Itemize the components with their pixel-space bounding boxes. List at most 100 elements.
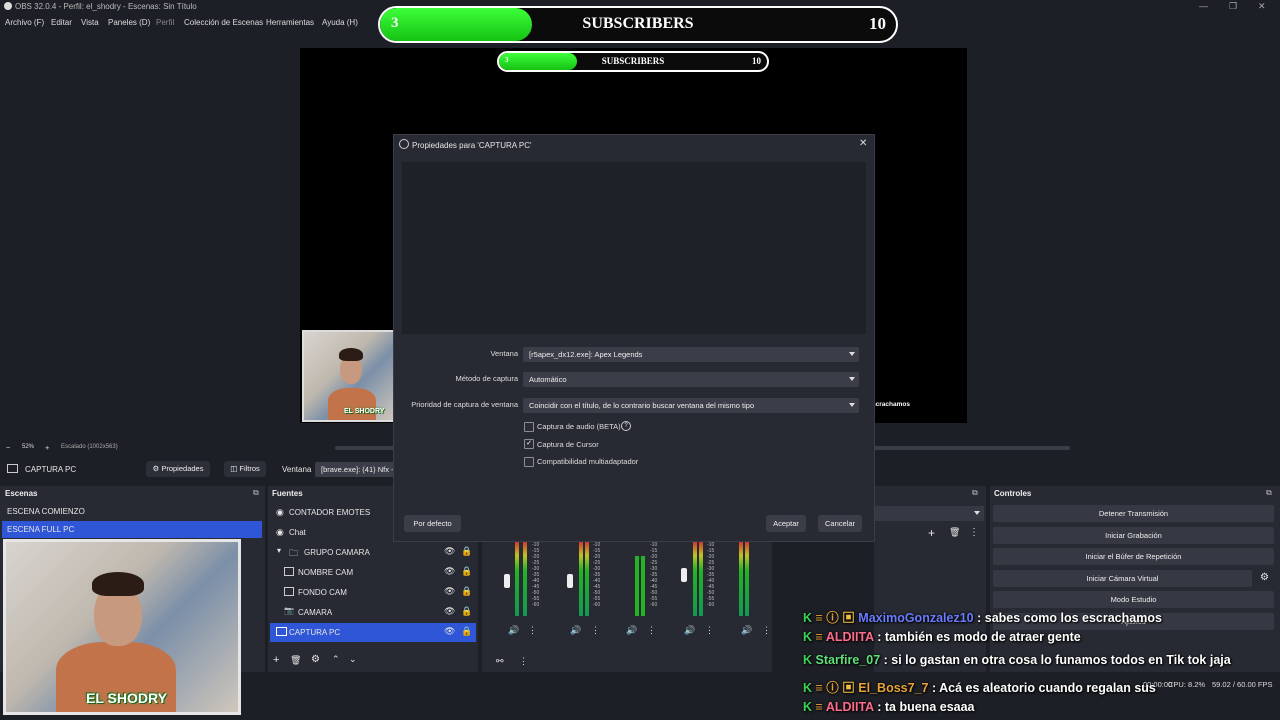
filters-button[interactable]: ◫ Filtros bbox=[224, 461, 266, 477]
transition-select[interactable] bbox=[874, 506, 984, 521]
chevron-down-icon bbox=[849, 352, 855, 356]
gear-icon[interactable]: ⚙ bbox=[311, 654, 320, 665]
subscribers-goal-small: 10 bbox=[752, 56, 761, 66]
expand-arrow-icon[interactable]: ▾ bbox=[277, 546, 281, 555]
visibility-eye-icon[interactable]: 👁 bbox=[444, 566, 455, 577]
move-down-icon[interactable]: ⌄ bbox=[349, 654, 357, 665]
speaker-icon[interactable]: 🔊 bbox=[626, 625, 637, 636]
menu-archivo[interactable]: Archivo (F) bbox=[5, 18, 44, 27]
properties-dialog: Propiedades para 'CAPTURA PC' ✕ Ventana … bbox=[393, 134, 875, 542]
chat-message: K ≡ ALDIITA : ta buena esaaa bbox=[803, 700, 975, 714]
scene-item-selected[interactable]: ESCENA FULL PC bbox=[2, 521, 262, 538]
add-transition-icon[interactable]: + bbox=[928, 526, 935, 540]
speaker-icon[interactable]: 🔊 bbox=[741, 625, 752, 636]
lock-icon[interactable]: 🔒 bbox=[461, 586, 472, 597]
visibility-eye-icon[interactable]: 👁 bbox=[444, 626, 455, 637]
kebab-menu-icon[interactable]: ⋮ bbox=[519, 656, 528, 667]
close-icon[interactable]: ✕ bbox=[859, 138, 867, 149]
menu-editar[interactable]: Editar bbox=[51, 18, 72, 27]
replay-buffer-button[interactable]: Iniciar el Búfer de Repetición bbox=[993, 548, 1274, 565]
menu-coleccion[interactable]: Colección de Escenas bbox=[184, 18, 263, 27]
meter-scale: -10 -15 -20 -25 -30 -35 -40 -45 -50 -55 -60 bbox=[532, 542, 540, 608]
badge-icon: ≡ bbox=[815, 700, 823, 714]
undock-icon[interactable]: ⧉ bbox=[972, 488, 978, 498]
zoom-in-button[interactable]: + bbox=[45, 443, 49, 452]
undock-icon[interactable]: ⧉ bbox=[253, 488, 259, 498]
monitor-icon bbox=[276, 627, 287, 636]
audio-capture-checkbox[interactable] bbox=[524, 422, 534, 432]
speaker-icon[interactable]: 🔊 bbox=[684, 625, 695, 636]
help-icon[interactable]: ? bbox=[621, 421, 631, 431]
chat-username: MaximoGonzalez10 bbox=[858, 611, 974, 625]
minimize-icon[interactable]: — bbox=[1199, 1, 1208, 11]
studio-mode-button[interactable]: Modo Estudio bbox=[993, 591, 1274, 608]
lock-icon[interactable]: 🔒 bbox=[461, 626, 472, 637]
volume-slider[interactable] bbox=[504, 574, 510, 588]
maximize-icon[interactable]: ❐ bbox=[1229, 1, 1237, 12]
multiadapter-checkbox[interactable] bbox=[524, 457, 534, 467]
kebab-menu-icon[interactable]: ⋮ bbox=[969, 527, 979, 538]
start-recording-button[interactable]: Iniciar Grabación bbox=[993, 527, 1274, 544]
capture-method-select[interactable]: Automático bbox=[523, 372, 859, 387]
subscribers-label-small: SUBSCRIBERS bbox=[601, 56, 665, 66]
close-window-icon[interactable]: ✕ bbox=[1258, 1, 1266, 12]
kebab-menu-icon[interactable]: ⋮ bbox=[528, 625, 537, 636]
visibility-eye-icon[interactable]: 👁 bbox=[444, 586, 455, 597]
add-source-icon[interactable]: + bbox=[273, 654, 279, 666]
properties-button[interactable]: ⚙ Propiedades bbox=[146, 461, 210, 477]
stop-streaming-button[interactable]: Detener Transmisión bbox=[993, 505, 1274, 522]
source-item[interactable]: 📷 CAMARA 👁 🔒 bbox=[268, 604, 478, 622]
undock-icon[interactable]: ⧉ bbox=[1266, 488, 1272, 498]
browser-icon: ◉ bbox=[276, 527, 284, 537]
window-title: OBS 32.0.4 - Perfil: el_shodry - Escenas… bbox=[15, 2, 197, 11]
speaker-icon[interactable]: 🔊 bbox=[570, 625, 581, 636]
defaults-button[interactable]: Por defecto bbox=[404, 515, 461, 532]
kebab-menu-icon[interactable]: ⋮ bbox=[762, 625, 771, 636]
kebab-menu-icon[interactable]: ⋮ bbox=[705, 625, 714, 636]
menu-paneles[interactable]: Paneles (D) bbox=[108, 18, 150, 27]
trash-icon[interactable]: 🗑 bbox=[290, 655, 301, 666]
menu-perfil[interactable]: Perfil bbox=[156, 18, 174, 27]
window-select[interactable]: [r5apex_dx12.exe]: Apex Legends bbox=[523, 347, 859, 362]
chat-message: K Starfire_07 : si lo gastan en otra cos… bbox=[803, 653, 1231, 667]
volume-slider[interactable] bbox=[681, 568, 687, 582]
zoom-out-button[interactable]: − bbox=[6, 443, 10, 452]
link-icon[interactable]: ⚯ bbox=[496, 656, 504, 667]
visibility-eye-icon[interactable]: 👁 bbox=[444, 606, 455, 617]
cancel-button[interactable]: Cancelar bbox=[818, 515, 862, 532]
volume-slider[interactable] bbox=[567, 574, 573, 588]
chat-message: K ≡ ⓘ ▣ El_Boss7_7 : Acá es aleatorio cu… bbox=[803, 677, 1156, 696]
dialog-title: Propiedades para 'CAPTURA PC' bbox=[412, 141, 532, 150]
webcam-overlay: EL SHODRY bbox=[3, 539, 241, 715]
priority-select[interactable]: Coincidir con el título, de lo contrario… bbox=[523, 398, 859, 413]
menu-ayuda[interactable]: Ayuda (H) bbox=[322, 18, 358, 27]
window-select-toolbar[interactable]: [brave.exe]: (41) Nfx - bbox=[315, 462, 395, 477]
source-item-selected[interactable]: CAPTURA PC 👁 🔒 bbox=[270, 623, 476, 642]
scene-item[interactable]: ESCENA COMIENZO bbox=[0, 504, 265, 519]
badge-icon: ▣ bbox=[842, 611, 855, 625]
speaker-icon[interactable]: 🔊 bbox=[508, 625, 519, 636]
kebab-menu-icon[interactable]: ⋮ bbox=[591, 625, 600, 636]
lock-icon[interactable]: 🔒 bbox=[461, 546, 472, 557]
source-item[interactable]: NOMBRE CAM 👁 🔒 bbox=[268, 564, 478, 582]
trash-icon[interactable]: 🗑 bbox=[949, 527, 960, 538]
subscribers-label-big: SUBSCRIBERS bbox=[582, 15, 694, 32]
scenes-header: Escenas bbox=[5, 489, 38, 498]
menu-vista[interactable]: Vista bbox=[81, 18, 99, 27]
chevron-down-icon bbox=[849, 403, 855, 407]
source-item[interactable]: FONDO CAM 👁 🔒 bbox=[268, 584, 478, 602]
gear-icon[interactable]: ⚙ bbox=[1260, 572, 1269, 583]
cursor-capture-checkbox[interactable]: ✓ bbox=[524, 439, 534, 449]
menu-herramientas[interactable]: Herramientas bbox=[266, 18, 314, 27]
webcam-name-label: EL SHODRY bbox=[86, 690, 167, 706]
ok-button[interactable]: Aceptar bbox=[766, 515, 806, 532]
kebab-menu-icon[interactable]: ⋮ bbox=[647, 625, 656, 636]
lock-icon[interactable]: 🔒 bbox=[461, 606, 472, 617]
audio-capture-label: Captura de audio (BETA) bbox=[537, 422, 621, 431]
source-item-group[interactable]: ▾ 🗀 GRUPO CAMARA 👁 🔒 bbox=[268, 544, 478, 562]
visibility-eye-icon[interactable]: 👁 bbox=[444, 546, 455, 557]
move-up-icon[interactable]: ⌃ bbox=[332, 654, 340, 665]
lock-icon[interactable]: 🔒 bbox=[461, 566, 472, 577]
preview-overlay-text: scrachamos bbox=[872, 401, 910, 408]
virtual-camera-button[interactable]: Iniciar Cámara Virtual bbox=[993, 570, 1252, 587]
